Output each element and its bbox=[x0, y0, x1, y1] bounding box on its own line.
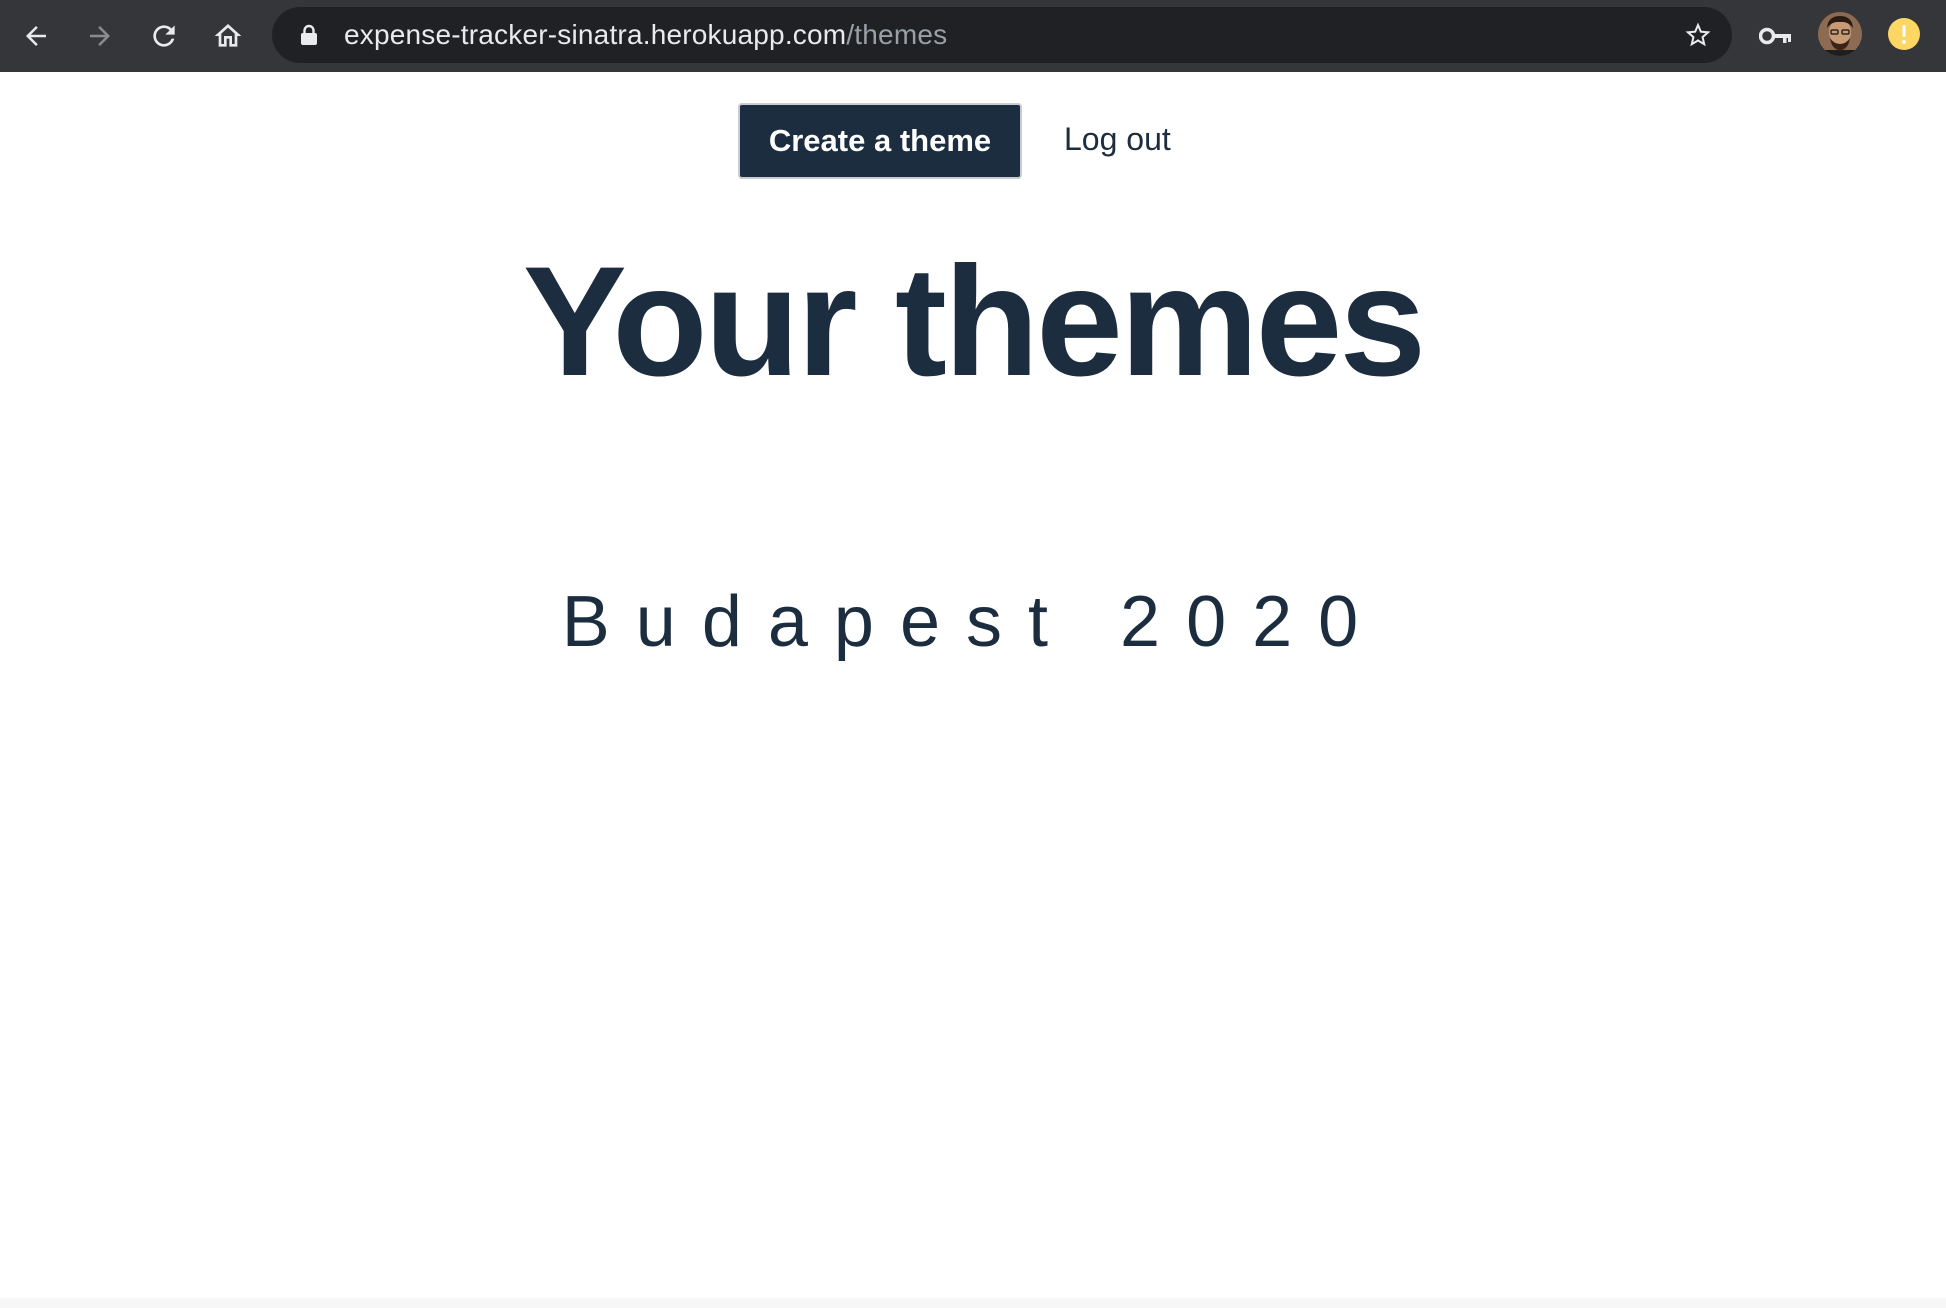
page-title: Your themes bbox=[522, 235, 1426, 409]
top-nav: Create a theme Log out bbox=[0, 103, 1946, 181]
home-icon[interactable] bbox=[206, 14, 250, 58]
avatar[interactable] bbox=[1818, 12, 1862, 56]
star-icon[interactable] bbox=[1682, 19, 1714, 51]
page-bottom-edge bbox=[0, 1298, 1946, 1308]
browser-toolbar: expense-tracker-sinatra.herokuapp.com/th… bbox=[0, 0, 1946, 72]
url-path: /themes bbox=[846, 19, 948, 50]
create-theme-button[interactable]: Create a theme bbox=[738, 103, 1022, 179]
page-content: Create a theme Log out Your themes Budap… bbox=[0, 72, 1946, 1308]
reload-icon[interactable] bbox=[142, 14, 186, 58]
lock-icon bbox=[298, 24, 320, 46]
url-host: expense-tracker-sinatra.herokuapp.com bbox=[344, 19, 847, 50]
key-icon[interactable] bbox=[1756, 18, 1796, 54]
forward-arrow-icon[interactable] bbox=[78, 14, 122, 58]
logout-link[interactable]: Log out bbox=[1064, 121, 1171, 158]
alert-icon[interactable] bbox=[1888, 18, 1920, 50]
back-arrow-icon[interactable] bbox=[14, 14, 58, 58]
theme-link[interactable]: Budapest 2020 bbox=[0, 586, 1946, 658]
url-text: expense-tracker-sinatra.herokuapp.com/th… bbox=[344, 19, 947, 51]
address-bar[interactable]: expense-tracker-sinatra.herokuapp.com/th… bbox=[272, 7, 1732, 63]
